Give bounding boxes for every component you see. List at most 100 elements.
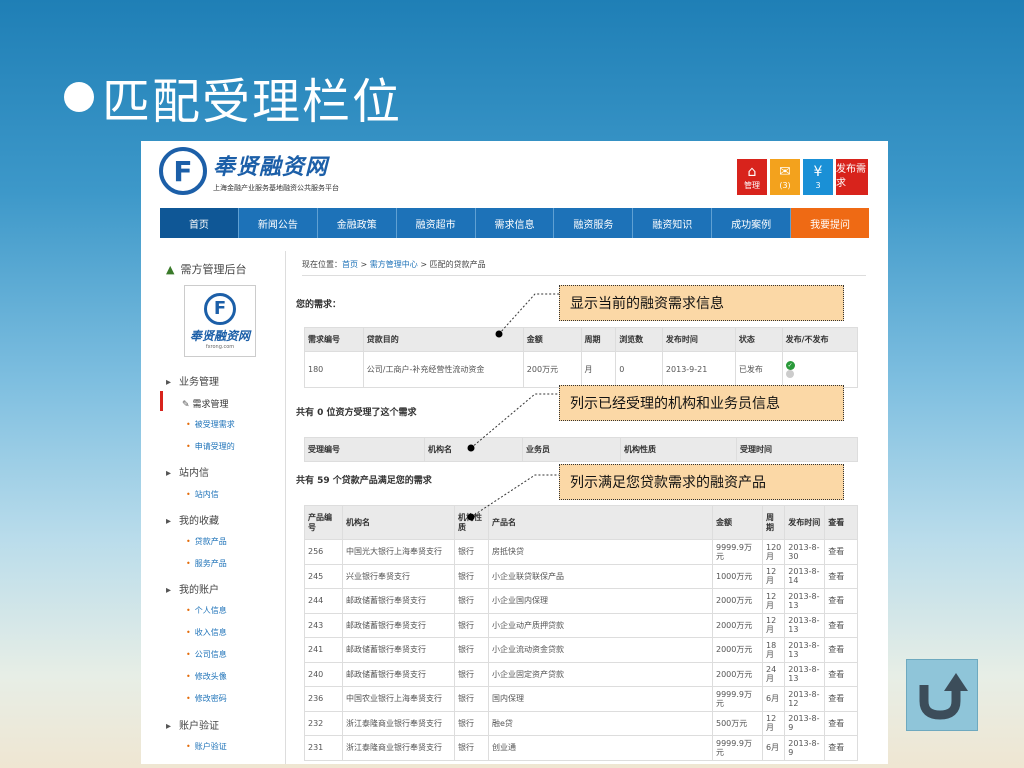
product-id: 244	[304, 588, 343, 614]
back-button[interactable]	[906, 659, 978, 731]
slide-title: 匹配受理栏位	[64, 62, 402, 132]
product-org: 兴业银行奉贤支行	[342, 563, 455, 589]
product-id: 236	[304, 686, 343, 712]
sidebar-item-company[interactable]: 公司信息	[186, 649, 227, 660]
product-org: 邮政储蓄银行奉贤支行	[342, 612, 455, 638]
table-row: 241 邮政储蓄银行奉贤支行 银行 小企业流动资金贷款 2000万元 18月 2013-8-…	[304, 637, 858, 663]
nav-policy[interactable]: 金融政策	[318, 208, 397, 238]
product-amount: 2000万元	[712, 588, 763, 614]
divider	[302, 275, 866, 276]
product-type: 银行	[454, 735, 489, 761]
product-view-link[interactable]: 查看	[824, 661, 858, 687]
product-name-link[interactable]: 小企业动产质押贷款	[488, 612, 713, 638]
product-view-link[interactable]: 查看	[824, 735, 858, 761]
product-type: 银行	[454, 661, 489, 687]
nav-market[interactable]: 融资超市	[397, 208, 476, 238]
product-period: 12月	[761, 612, 786, 638]
sidebar-item-loan-products[interactable]: 贷款产品	[186, 536, 227, 547]
site-logo[interactable]: F 奉贤融资网 上海金融产业服务基地融资公共服务平台	[159, 147, 339, 195]
unpublish-radio-icon[interactable]	[785, 369, 794, 378]
manage-button[interactable]: ⌂ 管理	[737, 159, 767, 195]
accepted-label: 共有 0 位资方受理了这个需求	[296, 408, 417, 418]
nav-news[interactable]: 新闻公告	[239, 208, 318, 238]
product-view-link[interactable]: 查看	[824, 588, 858, 614]
site-slogan: 上海金融产业服务基地融资公共服务平台	[213, 184, 339, 192]
product-view-link[interactable]: 查看	[824, 637, 858, 663]
product-org: 邮政储蓄银行奉贤支行	[342, 637, 455, 663]
product-id: 240	[304, 661, 343, 687]
nav-knowledge[interactable]: 融资知识	[633, 208, 713, 238]
sidebar-item-demand-manage[interactable]: 需求管理	[182, 397, 229, 410]
nav-cases[interactable]: 成功案例	[712, 208, 792, 238]
breadcrumb-center[interactable]: 需方管理中心	[370, 260, 418, 269]
product-view-link[interactable]: 查看	[824, 710, 858, 736]
product-date: 2013-8-9	[784, 735, 826, 761]
sidebar-group-mail[interactable]: 站内信	[166, 464, 209, 479]
product-view-link[interactable]: 查看	[824, 612, 858, 638]
breadcrumb-home[interactable]: 首页	[342, 260, 358, 269]
product-org: 浙江泰隆商业银行奉贤支行	[342, 735, 455, 761]
product-id: 243	[304, 612, 343, 638]
product-org: 邮政储蓄银行奉贤支行	[342, 661, 455, 687]
product-date: 2013-8-13	[784, 588, 826, 614]
sidebar-item-applied[interactable]: 申请受理的	[186, 441, 235, 452]
sidebar-item-accepted[interactable]: 被受理需求	[186, 419, 235, 430]
nav-home[interactable]: 首页	[160, 208, 239, 238]
sidebar-item-personal[interactable]: 个人信息	[186, 605, 227, 616]
logo-f-icon: F	[159, 147, 207, 195]
sidebar-group-favorites[interactable]: 我的收藏	[166, 512, 219, 527]
product-name-link[interactable]: 国内保理	[488, 686, 713, 712]
main-nav: 首页 新闻公告 金融政策 融资超市 需求信息 融资服务 融资知识 成功案例 我要…	[160, 208, 870, 238]
product-amount: 1000万元	[712, 563, 763, 589]
table-row: 256 中国光大银行上海奉贤支行 银行 房抵快贷 9999.9万元 120月 2013-8-…	[304, 539, 858, 565]
product-org: 中国农业银行上海奉贤支行	[342, 686, 455, 712]
product-name-link[interactable]: 创业通	[488, 735, 713, 761]
table-row: 244 邮政储蓄银行奉贤支行 银行 小企业国内保理 2000万元 12月 2013-8-13…	[304, 588, 858, 614]
messages-button[interactable]: ✉ (3)	[770, 159, 800, 195]
product-period: 6月	[761, 686, 786, 712]
product-period: 12月	[761, 563, 786, 589]
products-label: 共有 59 个贷款产品满足您的需求	[296, 476, 432, 486]
sidebar: ▲ 需方管理后台 F 奉贤融资网 fxrong.com 业务管理 需求管理 被受…	[160, 251, 286, 764]
product-period: 12月	[761, 588, 786, 614]
sidebar-item-income[interactable]: 收入信息	[186, 627, 227, 638]
product-amount: 9999.9万元	[712, 539, 763, 565]
sidebar-item-service-products[interactable]: 服务产品	[186, 558, 227, 569]
nav-ask[interactable]: 我要提问	[791, 208, 870, 238]
product-name-link[interactable]: 融e贷	[488, 710, 713, 736]
product-name-link[interactable]: 小企业固定资产贷款	[488, 661, 713, 687]
product-id: 241	[304, 637, 343, 663]
u-turn-icon	[919, 673, 968, 720]
publish-demand-button[interactable]: 发布需求	[836, 159, 868, 195]
product-name-link[interactable]: 房抵快贷	[488, 539, 713, 565]
sidebar-group-account[interactable]: 我的账户	[166, 581, 219, 596]
product-view-link[interactable]: 查看	[824, 539, 858, 565]
product-name-link[interactable]: 小企业国内保理	[488, 588, 713, 614]
callout-demand-info: 显示当前的融资需求信息	[559, 285, 844, 321]
active-marker	[160, 391, 163, 411]
sidebar-item-password[interactable]: 修改密码	[186, 693, 227, 704]
product-name-link[interactable]: 小企业联贷联保产品	[488, 563, 713, 589]
product-org: 邮政储蓄银行奉贤支行	[342, 588, 455, 614]
nav-demand[interactable]: 需求信息	[476, 208, 555, 238]
accepted-table: 受理编号 机构名 业务员 机构性质 受理时间	[304, 437, 858, 462]
product-view-link[interactable]: 查看	[824, 563, 858, 589]
finance-button[interactable]: ¥ 3	[803, 159, 833, 195]
publish-check-icon[interactable]: ✓	[785, 360, 795, 370]
site-name: 奉贤融资网	[213, 155, 329, 180]
product-type: 银行	[454, 686, 489, 712]
product-date: 2013-8-13	[784, 637, 826, 663]
home-icon: ▲	[166, 262, 175, 276]
product-type: 银行	[454, 539, 489, 565]
sidebar-item-verify[interactable]: 账户验证	[186, 741, 227, 752]
sidebar-group-business[interactable]: 业务管理	[166, 373, 219, 388]
product-name-link[interactable]: 小企业流动资金贷款	[488, 637, 713, 663]
sidebar-item-avatar[interactable]: 修改头像	[186, 671, 227, 682]
slide-title-text: 匹配受理栏位	[102, 74, 403, 130]
nav-service[interactable]: 融资服务	[554, 208, 634, 238]
demand-purpose-link[interactable]: 公司/工商户-补充经营性流动资金	[362, 351, 524, 388]
product-view-link[interactable]: 查看	[824, 686, 858, 712]
sidebar-item-mail[interactable]: 站内信	[186, 489, 219, 500]
sidebar-group-verify[interactable]: 账户验证	[166, 717, 219, 732]
site-header: F 奉贤融资网 上海金融产业服务基地融资公共服务平台 ⌂ 管理 ✉ (3) ¥ …	[141, 141, 888, 207]
